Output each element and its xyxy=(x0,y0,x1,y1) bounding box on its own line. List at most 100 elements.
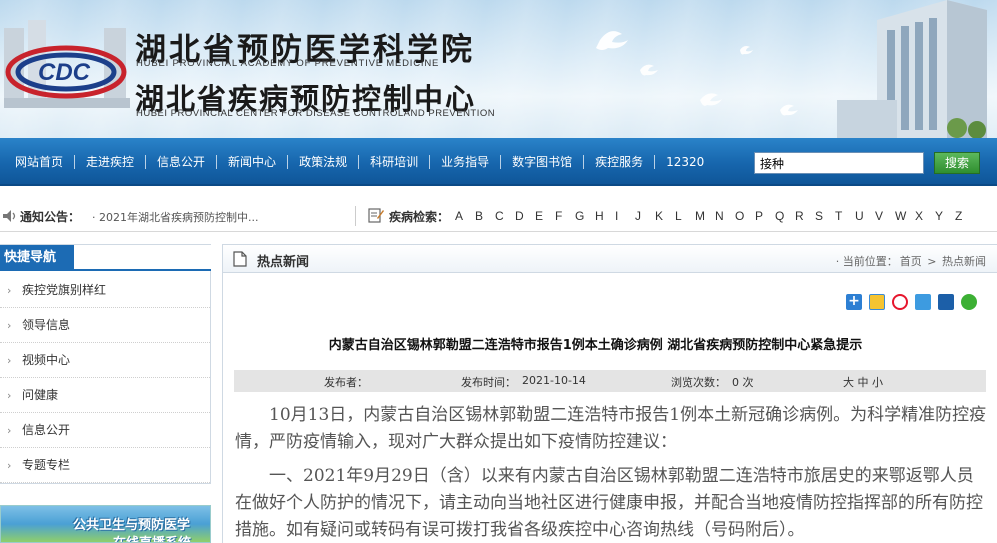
disease-letter-l[interactable]: L xyxy=(675,209,695,223)
notice-marquee-link[interactable]: · 2021年湖北省疾病预防控制中... xyxy=(92,209,282,225)
disease-letter-d[interactable]: D xyxy=(515,209,535,223)
disease-letter-t[interactable]: T xyxy=(835,209,855,223)
chevron-right-icon: › xyxy=(7,284,12,297)
notice-bar: 通知公告： · 2021年湖北省疾病预防控制中... 疾病检索： ABCDEFG… xyxy=(0,200,997,232)
disease-letter-w[interactable]: W xyxy=(895,209,915,223)
disease-search-label: 疾病检索： xyxy=(389,210,450,224)
sidebar-item-leaders[interactable]: › 领导信息 xyxy=(0,308,210,343)
notice-label: 通知公告： xyxy=(20,210,81,224)
breadcrumb-home[interactable]: 首页 xyxy=(900,255,922,268)
sidebar-item-label: 领导信息 xyxy=(22,318,71,332)
disease-letter-index: ABCDEFGHIJKLMNOPQRSTUVWXYZ xyxy=(455,209,975,223)
nav-home[interactable]: 网站首页 xyxy=(4,155,76,169)
sidebar-item-topics[interactable]: › 专题专栏 xyxy=(0,448,210,483)
site-title-en: HUBEI PROVINCIAL ACADEMY OF PREVENTIVE M… xyxy=(136,58,440,69)
sidebar-list: › 疾控党旗别样红 › 领导信息 › 视频中心 › 问健康 › 信息公开 › 专题专栏 xyxy=(0,273,210,483)
chevron-right-icon: › xyxy=(7,424,12,437)
sidebar-header: 快捷导航 xyxy=(0,245,211,271)
breadcrumb-current[interactable]: 热点新闻 xyxy=(942,255,986,268)
disease-letter-k[interactable]: K xyxy=(655,209,675,223)
wechat-icon[interactable] xyxy=(961,294,977,310)
disease-letter-a[interactable]: A xyxy=(455,209,475,223)
site-banner: CDC 湖北省预防医学科学院 HUBEI PROVINCIAL ACADEMY … xyxy=(0,0,997,138)
disease-letter-q[interactable]: Q xyxy=(775,209,795,223)
main-header: 热点新闻 · 当前位置： 首页 > 热点新闻 xyxy=(223,245,997,273)
breadcrumb-separator: > xyxy=(927,255,937,268)
breadcrumb-prefix: · 当前位置： xyxy=(835,255,898,268)
plus-share-icon[interactable]: + xyxy=(846,294,862,310)
article-meta: 发布者： 发布时间： 2021-10-14 浏览次数： 0 次 大 中 小 xyxy=(234,370,986,392)
disease-letter-y[interactable]: Y xyxy=(935,209,955,223)
publish-time-label: 发布时间： xyxy=(461,376,516,389)
views-value: 0 次 xyxy=(732,376,754,389)
disease-letter-f[interactable]: F xyxy=(555,209,575,223)
disease-letter-o[interactable]: O xyxy=(735,209,755,223)
font-size-switch[interactable]: 大 中 小 xyxy=(843,374,883,390)
section-title: 热点新闻 xyxy=(257,255,310,270)
sidebar-item-label: 专题专栏 xyxy=(22,458,71,472)
live-stream-banner-title: 公共卫生与预防医学 xyxy=(73,518,191,533)
search-input[interactable] xyxy=(754,152,924,174)
nav-items: 网站首页 走进疾控 信息公开 新闻中心 政策法规 科研培训 业务指导 数字图书馆… xyxy=(4,138,715,186)
sidebar-item-ask-health[interactable]: › 问健康 xyxy=(0,378,210,413)
publisher-label: 发布者： xyxy=(324,376,368,389)
nav-about[interactable]: 走进疾控 xyxy=(75,155,147,169)
chevron-right-icon: › xyxy=(7,389,12,402)
disease-letter-x[interactable]: X xyxy=(915,209,935,223)
disease-letter-p[interactable]: P xyxy=(755,209,775,223)
chevron-right-icon: › xyxy=(7,319,12,332)
disease-letter-i[interactable]: I xyxy=(615,209,635,223)
weibo-icon[interactable] xyxy=(892,294,908,310)
chevron-right-icon: › xyxy=(7,354,12,367)
chevron-right-icon: › xyxy=(7,459,12,472)
disease-letter-v[interactable]: V xyxy=(875,209,895,223)
document-icon xyxy=(233,251,247,267)
speaker-icon xyxy=(3,210,16,222)
disease-letter-b[interactable]: B xyxy=(475,209,495,223)
nav-hotline[interactable]: 12320 xyxy=(655,155,715,169)
main-content: 热点新闻 · 当前位置： 首页 > 热点新闻 + 内蒙古自治区锡林郭勒盟二连浩特市… xyxy=(222,244,997,543)
nav-news[interactable]: 新闻中心 xyxy=(217,155,289,169)
disease-letter-s[interactable]: S xyxy=(815,209,835,223)
disease-letter-h[interactable]: H xyxy=(595,209,615,223)
disease-letter-z[interactable]: Z xyxy=(955,209,975,223)
nav-research[interactable]: 科研培训 xyxy=(359,155,431,169)
disease-letter-u[interactable]: U xyxy=(855,209,875,223)
qzone-icon[interactable] xyxy=(869,294,885,310)
cdc-logo[interactable]: CDC xyxy=(4,20,130,110)
disease-letter-c[interactable]: C xyxy=(495,209,515,223)
views-label: 浏览次数： xyxy=(671,376,726,389)
sidebar-item-label: 问健康 xyxy=(22,388,59,402)
live-stream-banner[interactable]: 公共卫生与预防医学 在线直播系统 xyxy=(0,505,211,543)
disease-letter-j[interactable]: J xyxy=(635,209,655,223)
nav-services[interactable]: 疾控服务 xyxy=(584,155,656,169)
nav-guidance[interactable]: 业务指导 xyxy=(430,155,502,169)
nav-digital-library[interactable]: 数字图书馆 xyxy=(501,155,585,169)
disease-letter-r[interactable]: R xyxy=(795,209,815,223)
sidebar-item-info[interactable]: › 信息公开 xyxy=(0,413,210,448)
article-paragraph: 10月13日，内蒙古自治区锡林郭勒盟二连浩特市报告1例本土新冠确诊病例。为科学精… xyxy=(235,405,987,452)
disease-letter-e[interactable]: E xyxy=(535,209,555,223)
sidebar-title: 快捷导航 xyxy=(0,245,74,271)
disease-letter-g[interactable]: G xyxy=(575,209,595,223)
search-button[interactable]: 搜索 xyxy=(934,152,980,174)
doves-decoration xyxy=(596,31,798,116)
pencil-note-icon xyxy=(368,208,384,223)
sidebar-item-label: 疾控党旗别样红 xyxy=(22,283,107,297)
disease-letter-m[interactable]: M xyxy=(695,209,715,223)
article-paragraph: 一、2021年9月29日（含）以来有内蒙古自治区锡林郭勒盟二连浩特市旅居史的来鄂… xyxy=(235,466,983,540)
nav-info-disclosure[interactable]: 信息公开 xyxy=(146,155,218,169)
article-body: 10月13日，内蒙古自治区锡林郭勒盟二连浩特市报告1例本土新冠确诊病例。为科学精… xyxy=(235,402,990,543)
disease-letter-n[interactable]: N xyxy=(715,209,735,223)
pengyou-icon[interactable] xyxy=(915,294,931,310)
site-subtitle-en: HUBEI PROVINCIAL CENTER FOR DISEASE CONT… xyxy=(136,108,496,119)
renren-icon[interactable] xyxy=(938,294,954,310)
building-illustration xyxy=(837,0,987,138)
sidebar-item-label: 视频中心 xyxy=(22,353,71,367)
sidebar-item-label: 信息公开 xyxy=(22,423,71,437)
nav-policy[interactable]: 政策法规 xyxy=(288,155,360,169)
sidebar-item-party[interactable]: › 疾控党旗别样红 xyxy=(0,273,210,308)
share-bar: + xyxy=(846,294,977,310)
notice-divider xyxy=(355,206,356,226)
sidebar-item-video[interactable]: › 视频中心 xyxy=(0,343,210,378)
